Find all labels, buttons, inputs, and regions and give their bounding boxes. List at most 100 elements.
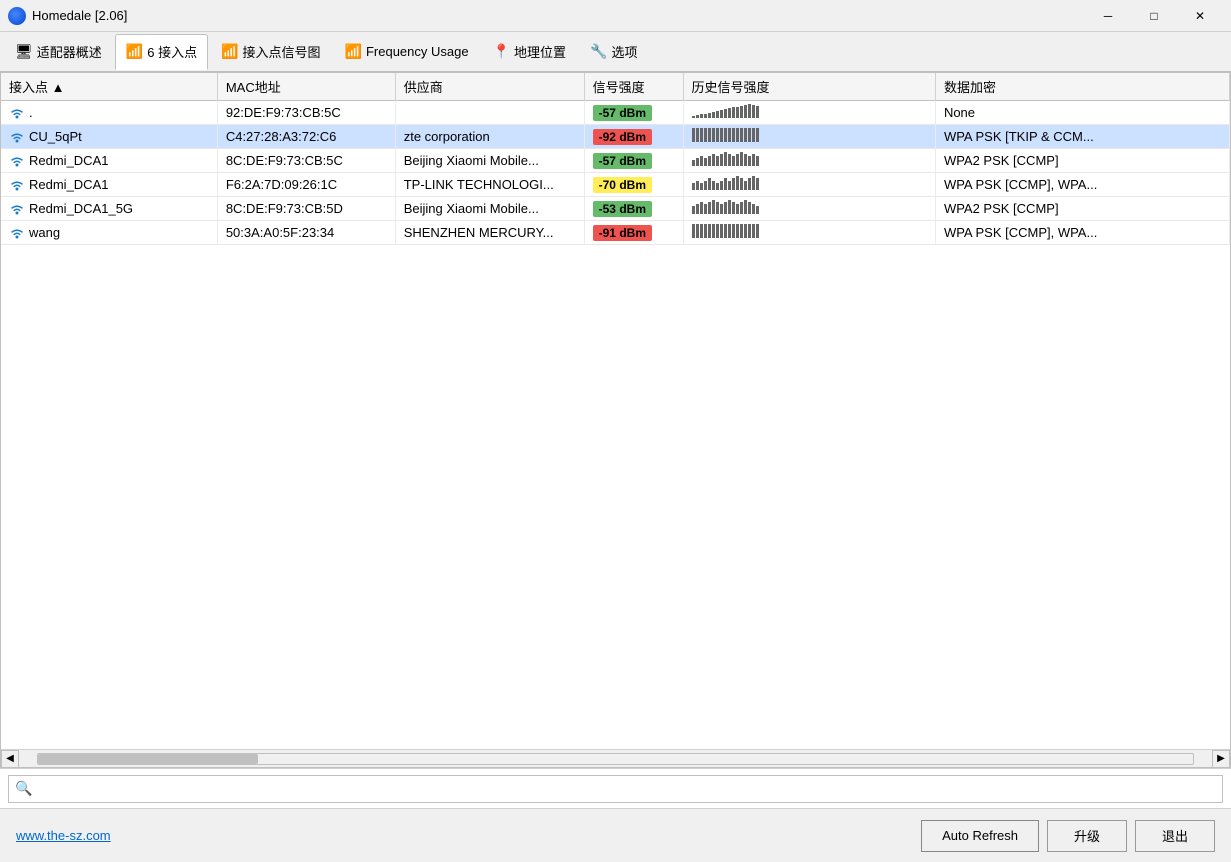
col-header-history[interactable]: 历史信号强度 [683,73,935,101]
frequency-icon: 📶 [345,43,362,60]
scroll-left-arrow[interactable]: ◀ [1,750,19,768]
horizontal-scrollbar[interactable]: ◀ ▶ [1,749,1230,767]
cell-mac: 8C:DE:F9:73:CB:5C [217,149,395,173]
cell-vendor: Beijing Xiaomi Mobile... [395,149,584,173]
cell-vendor: TP-LINK TECHNOLOGI... [395,173,584,197]
tab-signal-chart-label: 接入点信号图 [243,42,321,61]
col-header-ap[interactable]: 接入点 ▲ [1,73,217,101]
cell-mac: 8C:DE:F9:73:CB:5D [217,197,395,221]
upgrade-button[interactable]: 升级 [1047,820,1127,852]
cell-mac: 92:DE:F9:73:CB:5C [217,101,395,125]
cell-vendor: SHENZHEN MERCURY... [395,221,584,245]
tab-adapter[interactable]: 🖥 适配器概述 [4,34,113,70]
search-icon: 🔍 [15,780,32,797]
cell-encrypt: WPA2 PSK [CCMP] [935,149,1229,173]
table-row[interactable]: CU_5qPt C4:27:28:A3:72:C6zte corporation… [1,125,1230,149]
signal-badge: -53 dBm [593,201,652,217]
tab-access-points[interactable]: 📶 6 接入点 [115,34,208,70]
wifi-signal-icon [9,129,25,145]
cell-history [683,197,935,221]
col-header-signal[interactable]: 信号强度 [584,73,683,101]
tab-options[interactable]: 🔧 选项 [579,34,648,70]
cell-signal: -53 dBm [584,197,683,221]
col-header-vendor[interactable]: 供应商 [395,73,584,101]
tab-options-label: 选项 [611,42,637,61]
cell-mac: F6:2A:7D:09:26:1C [217,173,395,197]
options-icon: 🔧 [590,43,607,60]
table-row[interactable]: Redmi_DCA1_5G 8C:DE:F9:73:CB:5DBeijing X… [1,197,1230,221]
search-input[interactable] [38,781,1216,796]
signal-badge: -57 dBm [593,105,652,121]
cell-vendor: Beijing Xiaomi Mobile... [395,197,584,221]
window-controls: ─ □ ✕ [1085,0,1223,32]
cell-ap: wang [1,221,217,245]
search-input-wrap: 🔍 [8,775,1223,803]
adapter-icon: 🖥 [15,43,33,60]
close-button[interactable]: ✕ [1177,0,1223,32]
history-sparkline [692,128,760,142]
cell-vendor [395,101,584,125]
cell-ap: Redmi_DCA1 [1,173,217,197]
website-link[interactable]: www.the-sz.com [16,828,111,843]
signal-badge: -92 dBm [593,129,652,145]
toolbar: 🖥 适配器概述 📶 6 接入点 📶 接入点信号图 📶 Frequency Usa… [0,32,1231,72]
table-row[interactable]: wang 50:3A:A0:5F:23:34SHENZHEN MERCURY..… [1,221,1230,245]
scrollbar-track[interactable] [37,753,1194,765]
auto-refresh-button[interactable]: Auto Refresh [921,820,1039,852]
bottom-buttons: Auto Refresh 升级 退出 [921,820,1215,852]
cell-history [683,173,935,197]
scroll-right-arrow[interactable]: ▶ [1212,750,1230,768]
tab-adapter-label: 适配器概述 [37,42,102,61]
signal-badge: -57 dBm [593,153,652,169]
tab-frequency[interactable]: 📶 Frequency Usage [334,34,480,70]
history-sparkline [692,200,760,214]
scrollbar-thumb[interactable] [38,754,258,764]
cell-signal: -92 dBm [584,125,683,149]
cell-encrypt: WPA2 PSK [CCMP] [935,197,1229,221]
tab-access-points-label: 6 接入点 [147,42,197,61]
cell-vendor: zte corporation [395,125,584,149]
exit-button[interactable]: 退出 [1135,820,1215,852]
cell-history [683,149,935,173]
ap-icon: 📶 [126,43,143,60]
main-content: 接入点 ▲ MAC地址 供应商 信号强度 历史信号强度 数据 [0,72,1231,768]
tab-geo[interactable]: 📍 地理位置 [482,34,577,70]
titlebar: Homedale [2.06] ─ □ ✕ [0,0,1231,32]
maximize-button[interactable]: □ [1131,0,1177,32]
cell-encrypt: WPA PSK [CCMP], WPA... [935,173,1229,197]
wifi-signal-icon [9,201,25,217]
window-title: Homedale [2.06] [32,8,1085,23]
wifi-signal-icon [9,177,25,193]
cell-encrypt: None [935,101,1229,125]
minimize-button[interactable]: ─ [1085,0,1131,32]
history-sparkline [692,224,760,238]
table-header-row: 接入点 ▲ MAC地址 供应商 信号强度 历史信号强度 数据 [1,73,1230,101]
cell-history [683,101,935,125]
cell-signal: -57 dBm [584,101,683,125]
col-header-mac[interactable]: MAC地址 [217,73,395,101]
cell-history [683,221,935,245]
table-row[interactable]: . 92:DE:F9:73:CB:5C-57 dBmNone [1,101,1230,125]
cell-mac: 50:3A:A0:5F:23:34 [217,221,395,245]
wifi-signal-icon [9,153,25,169]
wifi-signal-icon [9,225,25,241]
cell-history [683,125,935,149]
signal-badge: -70 dBm [593,177,652,193]
wifi-signal-icon [9,105,25,121]
cell-encrypt: WPA PSK [CCMP], WPA... [935,221,1229,245]
tab-frequency-label: Frequency Usage [366,44,469,59]
table-row[interactable]: Redmi_DCA1 F6:2A:7D:09:26:1CTP-LINK TECH… [1,173,1230,197]
cell-encrypt: WPA PSK [TKIP & CCM... [935,125,1229,149]
geo-icon: 📍 [493,43,510,60]
searchbar: 🔍 [0,768,1231,808]
app-icon [8,7,26,25]
cell-signal: -57 dBm [584,149,683,173]
signal-chart-icon: 📶 [221,43,238,60]
history-sparkline [692,104,760,118]
table-container[interactable]: 接入点 ▲ MAC地址 供应商 信号强度 历史信号强度 数据 [1,73,1230,749]
col-header-encrypt[interactable]: 数据加密 [935,73,1229,101]
table-row[interactable]: Redmi_DCA1 8C:DE:F9:73:CB:5CBeijing Xiao… [1,149,1230,173]
history-sparkline [692,176,760,190]
cell-signal: -91 dBm [584,221,683,245]
tab-signal-chart[interactable]: 📶 接入点信号图 [210,34,331,70]
